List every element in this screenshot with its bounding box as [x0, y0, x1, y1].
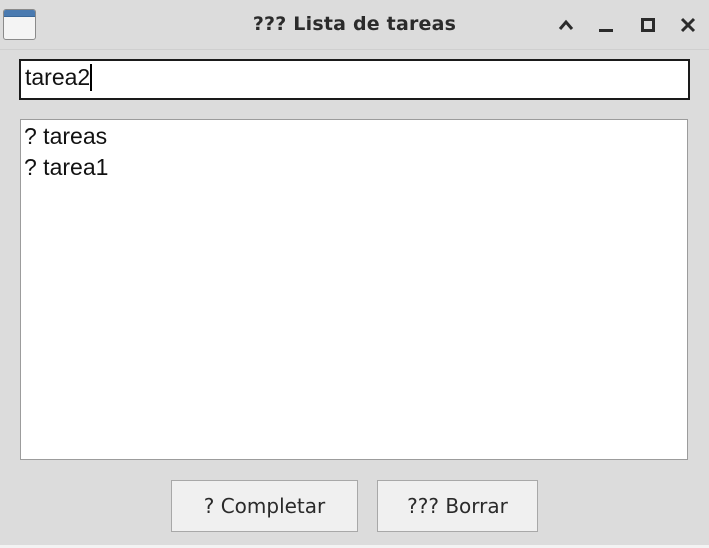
task-listbox[interactable]: ? tareas ? tarea1 [20, 119, 688, 460]
complete-button[interactable]: ? Completar [171, 480, 358, 532]
app-window: ??? Lista de tareas tarea2 ? tareas ? ta [0, 0, 709, 548]
maximize-icon[interactable] [635, 12, 661, 38]
list-item[interactable]: ? tareas [24, 121, 687, 152]
title-bar[interactable]: ??? Lista de tareas [0, 0, 709, 50]
delete-button[interactable]: ??? Borrar [377, 480, 538, 532]
task-entry-field[interactable]: tarea2 [19, 59, 690, 100]
text-caret [90, 64, 93, 91]
chevron-up-icon[interactable] [553, 12, 579, 38]
list-item[interactable]: ? tarea1 [24, 152, 687, 183]
close-icon[interactable] [675, 12, 701, 38]
minimize-icon[interactable] [593, 12, 619, 38]
task-entry-value: tarea2 [25, 64, 91, 90]
